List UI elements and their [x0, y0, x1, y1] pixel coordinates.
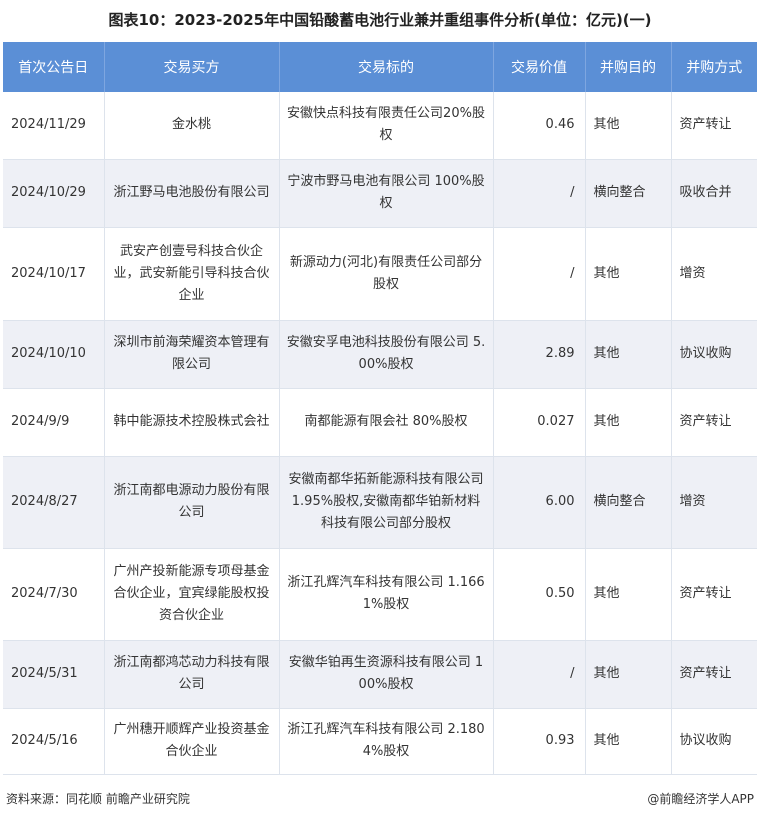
- table-row: 2024/7/30 广州产投新能源专项母基金合伙企业，宜宾绿能股权投资合伙企业 …: [3, 548, 757, 641]
- cell-purpose: 其他: [585, 227, 672, 321]
- cell-method: 协议收购: [671, 320, 757, 389]
- chart-title: 图表10：2023-2025年中国铅酸蓄电池行业兼并重组事件分析(单位：亿元)(…: [108, 11, 652, 29]
- cell-purpose: 其他: [585, 548, 672, 641]
- table-row: 2024/10/17 武安产创壹号科技合伙企业，武安新能引导科技合伙企业 新源动…: [3, 227, 757, 321]
- cell-purpose: 横向整合: [585, 159, 672, 228]
- cell-buyer: 浙江南都鸿芯动力科技有限公司: [104, 640, 280, 709]
- table-row: 2024/5/31 浙江南都鸿芯动力科技有限公司 安徽华铂再生资源科技有限公司 …: [3, 640, 757, 709]
- cell-date: 2024/10/29: [3, 159, 105, 228]
- cell-value: 0.027: [493, 388, 586, 457]
- cell-value: 2.89: [493, 320, 586, 389]
- cell-buyer: 深圳市前海荣耀资本管理有限公司: [104, 320, 280, 389]
- cell-target: 南都能源有限会社 80%股权: [279, 388, 494, 457]
- column-header-target: 交易标的: [279, 42, 494, 92]
- table-row: 2024/9/9 韩中能源技术控股株式会社 南都能源有限会社 80%股权 0.0…: [3, 388, 757, 457]
- cell-buyer: 广州穗开顺辉产业投资基金合伙企业: [104, 708, 280, 775]
- table-row: 2024/8/27 浙江南都电源动力股份有限公司 安徽南都华拓新能源科技有限公司…: [3, 456, 757, 549]
- cell-date: 2024/7/30: [3, 548, 105, 641]
- cell-purpose: 其他: [585, 92, 672, 160]
- cell-value: 0.46: [493, 92, 586, 160]
- cell-purpose: 其他: [585, 320, 672, 389]
- cell-purpose: 其他: [585, 708, 672, 775]
- cell-method: 增资: [671, 227, 757, 321]
- cell-target: 浙江孔辉汽车科技有限公司 2.1804%股权: [279, 708, 494, 775]
- cell-date: 2024/8/27: [3, 456, 105, 549]
- cell-target: 安徽南都华拓新能源科技有限公司 1.95%股权,安徽南都华铂新材料科技有限公司部…: [279, 456, 494, 549]
- cell-date: 2024/10/10: [3, 320, 105, 389]
- cell-value: /: [493, 227, 586, 321]
- cell-date: 2024/10/17: [3, 227, 105, 321]
- cell-target: 安徽快点科技有限责任公司20%股权: [279, 92, 494, 160]
- cell-purpose: 其他: [585, 388, 672, 457]
- cell-target: 安徽安孚电池科技股份有限公司 5.00%股权: [279, 320, 494, 389]
- table-row: 2024/10/29 浙江野马电池股份有限公司 宁波市野马电池有限公司 100%…: [3, 159, 757, 228]
- cell-date: 2024/9/9: [3, 388, 105, 457]
- source-note: 资料来源：同花顺 前瞻产业研究院: [6, 792, 190, 806]
- cell-method: 资产转让: [671, 92, 757, 160]
- cell-buyer: 广州产投新能源专项母基金合伙企业，宜宾绿能股权投资合伙企业: [104, 548, 280, 641]
- brand-credit: @前瞻经济学人APP: [647, 792, 754, 806]
- cell-value: 0.93: [493, 708, 586, 775]
- table-row: 2024/5/16 广州穗开顺辉产业投资基金合伙企业 浙江孔辉汽车科技有限公司 …: [3, 708, 757, 775]
- cell-method: 资产转让: [671, 388, 757, 457]
- cell-value: 0.50: [493, 548, 586, 641]
- cell-buyer: 金水桃: [104, 92, 280, 160]
- cell-value: /: [493, 640, 586, 709]
- table-row: 2024/11/29 金水桃 安徽快点科技有限责任公司20%股权 0.46 其他…: [3, 92, 757, 160]
- cell-method: 增资: [671, 456, 757, 549]
- cell-method: 协议收购: [671, 708, 757, 775]
- cell-buyer: 浙江南都电源动力股份有限公司: [104, 456, 280, 549]
- cell-target: 宁波市野马电池有限公司 100%股权: [279, 159, 494, 228]
- cell-buyer: 武安产创壹号科技合伙企业，武安新能引导科技合伙企业: [104, 227, 280, 321]
- table-header-row: 首次公告日 交易买方 交易标的 交易价值 并购目的 并购方式: [3, 42, 757, 92]
- cell-method: 资产转让: [671, 548, 757, 641]
- cell-value: /: [493, 159, 586, 228]
- cell-target: 浙江孔辉汽车科技有限公司 1.1661%股权: [279, 548, 494, 641]
- column-header-method: 并购方式: [671, 42, 757, 92]
- cell-purpose: 其他: [585, 640, 672, 709]
- column-header-value: 交易价值: [493, 42, 586, 92]
- cell-value: 6.00: [493, 456, 586, 549]
- cell-buyer: 浙江野马电池股份有限公司: [104, 159, 280, 228]
- cell-method: 吸收合并: [671, 159, 757, 228]
- cell-method: 资产转让: [671, 640, 757, 709]
- cell-date: 2024/5/16: [3, 708, 105, 775]
- column-header-purpose: 并购目的: [585, 42, 672, 92]
- table-row: 2024/10/10 深圳市前海荣耀资本管理有限公司 安徽安孚电池科技股份有限公…: [3, 320, 757, 389]
- cell-purpose: 横向整合: [585, 456, 672, 549]
- column-header-date: 首次公告日: [3, 42, 105, 92]
- cell-buyer: 韩中能源技术控股株式会社: [104, 388, 280, 457]
- cell-target: 新源动力(河北)有限责任公司部分股权: [279, 227, 494, 321]
- footer: 资料来源：同花顺 前瞻产业研究院 @前瞻经济学人APP: [6, 790, 754, 807]
- cell-date: 2024/5/31: [3, 640, 105, 709]
- cell-target: 安徽华铂再生资源科技有限公司 100%股权: [279, 640, 494, 709]
- cell-date: 2024/11/29: [3, 92, 105, 160]
- merger-events-table: 首次公告日 交易买方 交易标的 交易价值 并购目的 并购方式 2024/11/2…: [3, 42, 757, 775]
- column-header-buyer: 交易买方: [104, 42, 280, 92]
